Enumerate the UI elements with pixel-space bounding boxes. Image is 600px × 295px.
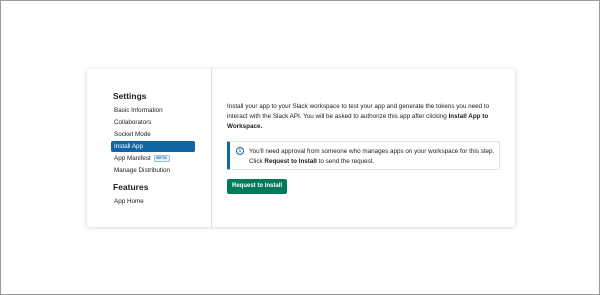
sidebar-item-basic-information[interactable]: Basic Information: [111, 105, 195, 116]
sidebar-item-install-app[interactable]: Install App: [111, 141, 195, 152]
notice-text-bold: Request to Install: [264, 158, 317, 165]
notice-text-part-2: to send the request.: [316, 158, 375, 165]
request-to-install-button[interactable]: Request to Install: [227, 179, 287, 194]
beta-badge: BETA: [153, 154, 170, 162]
sidebar-item-socket-mode[interactable]: Socket Mode: [111, 129, 195, 140]
sidebar-item-app-manifest[interactable]: App Manifest BETA: [111, 153, 195, 164]
install-app-content: Install your app to your Slack workspace…: [213, 69, 515, 227]
settings-sidebar: Settings Basic Information Collaborators…: [87, 69, 212, 227]
sidebar-item-app-home[interactable]: App Home: [111, 196, 195, 207]
settings-heading: Settings: [113, 91, 147, 101]
sidebar-item-label: App Manifest: [114, 155, 151, 162]
sidebar-item-manage-distribution[interactable]: Manage Distribution: [111, 165, 195, 176]
info-icon: i: [236, 147, 244, 155]
app-settings-panel: Settings Basic Information Collaborators…: [87, 69, 515, 227]
sidebar-item-collaborators[interactable]: Collaborators: [111, 117, 195, 128]
approval-notice: i You'll need approval from someone who …: [227, 141, 500, 170]
screenshot-frame: Settings Basic Information Collaborators…: [0, 0, 600, 295]
approval-notice-text: You'll need approval from someone who ma…: [249, 147, 497, 167]
install-description: Install your app to your Slack workspace…: [227, 102, 507, 132]
features-heading: Features: [113, 182, 149, 192]
